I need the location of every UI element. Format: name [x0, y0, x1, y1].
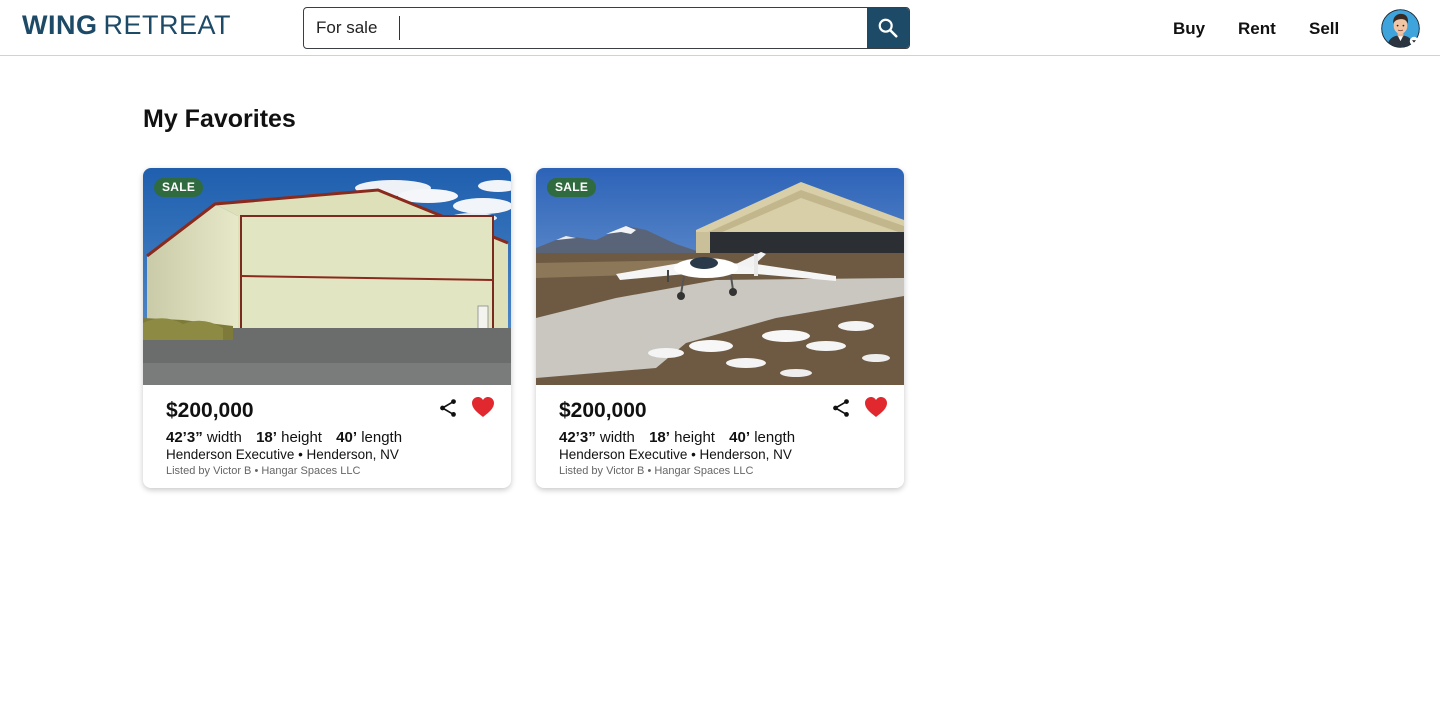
- listing-type-select[interactable]: For sale: [304, 8, 400, 48]
- listing-card[interactable]: SALE $200,000 42’3” width 18’ height 40’…: [536, 168, 904, 488]
- height-label: height: [281, 429, 322, 446]
- height-label: height: [674, 429, 715, 446]
- length-value: 40’: [336, 429, 358, 446]
- listing-card[interactable]: SALE $200,000 42’3” width 18’ height 40’…: [143, 168, 511, 488]
- height-value: 18’: [256, 429, 277, 446]
- logo-text-light: RETREAT: [103, 10, 232, 40]
- search-button[interactable]: [867, 8, 909, 48]
- length-label: length: [754, 429, 796, 446]
- listing-location: Henderson Executive • Henderson, NV: [559, 447, 792, 462]
- listing-agent: Listed by Victor B • Hangar Spaces LLC: [559, 465, 754, 477]
- nav-rent[interactable]: Rent: [1238, 19, 1276, 39]
- site-logo[interactable]: WING RETREAT: [22, 10, 231, 41]
- search-icon: [878, 18, 898, 38]
- user-avatar[interactable]: [1381, 9, 1420, 48]
- search-bar: For sale: [303, 7, 910, 49]
- favorite-heart-icon[interactable]: [864, 396, 888, 418]
- length-label: length: [361, 429, 403, 446]
- width-label: width: [599, 429, 635, 446]
- listing-type-value: For sale: [316, 18, 378, 37]
- caret-down-icon: [1409, 36, 1419, 46]
- hangar-exterior-photo: [143, 168, 511, 385]
- share-icon[interactable]: [830, 397, 852, 419]
- length-value: 40’: [729, 429, 751, 446]
- logo-text-bold: WING: [22, 10, 98, 40]
- sale-badge: SALE: [547, 178, 597, 197]
- listing-dimensions: 42’3” width 18’ height 40’ length: [166, 429, 402, 446]
- width-value: 42’3”: [559, 429, 596, 446]
- listing-dimensions: 42’3” width 18’ height 40’ length: [559, 429, 795, 446]
- listing-price: $200,000: [166, 399, 254, 422]
- listing-image[interactable]: [536, 168, 904, 385]
- listing-price: $200,000: [559, 399, 647, 422]
- width-value: 42’3”: [166, 429, 203, 446]
- listing-agent: Listed by Victor B • Hangar Spaces LLC: [166, 465, 361, 477]
- height-value: 18’: [649, 429, 670, 446]
- page-title: My Favorites: [143, 105, 296, 133]
- sale-badge: SALE: [154, 178, 204, 197]
- share-icon[interactable]: [437, 397, 459, 419]
- favorite-heart-icon[interactable]: [471, 396, 495, 418]
- search-input[interactable]: [400, 8, 867, 48]
- listing-image[interactable]: [143, 168, 511, 385]
- nav-sell[interactable]: Sell: [1309, 19, 1339, 39]
- width-label: width: [206, 429, 242, 446]
- hangar-with-airplane-photo: [536, 168, 904, 385]
- top-header: WING RETREAT For sale Buy Rent Sell: [0, 0, 1440, 56]
- listing-location: Henderson Executive • Henderson, NV: [166, 447, 399, 462]
- nav-buy[interactable]: Buy: [1173, 19, 1205, 39]
